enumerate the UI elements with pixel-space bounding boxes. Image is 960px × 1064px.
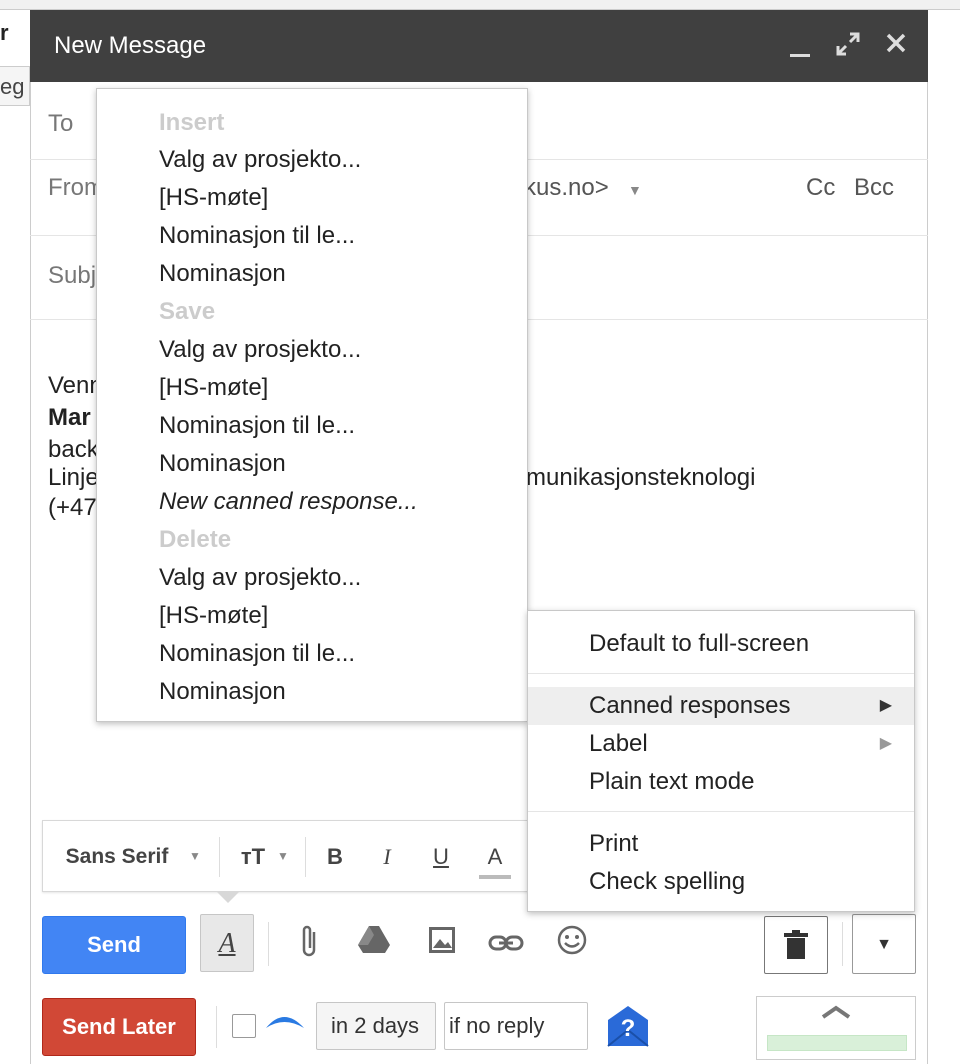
to-label: To <box>48 110 74 137</box>
text-size-icon[interactable]: тT <box>233 839 273 875</box>
font-family-select[interactable]: Sans Serif <box>59 839 175 875</box>
menu-item-check-spelling[interactable]: Check spelling <box>528 863 914 901</box>
link-icon[interactable] <box>486 924 526 964</box>
save-header: Save <box>159 298 216 325</box>
text-color-button[interactable]: A <box>479 839 511 879</box>
bcc-link[interactable]: Bcc <box>854 174 894 202</box>
insert-item[interactable]: Valg av prosjekto... <box>159 146 361 174</box>
formatting-toolbar: Sans Serif ▼ тT ▼ B I U A <box>42 820 542 892</box>
italic-button[interactable]: I <box>371 839 403 875</box>
menu-item-full-screen[interactable]: Default to full-screen <box>528 625 914 663</box>
canned-responses-submenu: Insert Valg av prosjekto... [HS-møte] No… <box>96 88 528 722</box>
menu-item-label: Canned responses <box>589 692 791 719</box>
expand-icon[interactable] <box>832 30 864 62</box>
photo-icon[interactable] <box>422 924 462 964</box>
divider <box>305 837 306 877</box>
signature-line: (+47 <box>48 494 97 521</box>
signature-line: Linje <box>48 464 98 491</box>
cc-link[interactable]: Cc <box>806 174 835 202</box>
condition-select[interactable]: if no reply <box>444 1002 588 1050</box>
compose-titlebar[interactable]: New Message <box>30 10 928 82</box>
from-value[interactable]: kus.no> <box>524 174 609 202</box>
submenu-arrow-icon: ▶ <box>879 697 892 714</box>
menu-item-label-submenu[interactable]: Label ▶ <box>528 725 914 763</box>
insert-item[interactable]: Nominasjon <box>159 260 286 288</box>
submenu-arrow-icon: ▶ <box>879 735 892 752</box>
delete-item[interactable]: [HS-møte] <box>159 602 268 630</box>
minimize-icon[interactable] <box>784 30 816 62</box>
help-glyph: ? <box>621 1015 636 1042</box>
chevron-down-icon: ▼ <box>876 936 892 953</box>
divider <box>268 922 269 966</box>
attach-icon[interactable] <box>290 924 330 964</box>
delete-item[interactable]: Nominasjon til le... <box>159 640 355 668</box>
menu-divider <box>528 673 914 674</box>
send-later-button[interactable]: Send Later <box>42 998 196 1056</box>
signature-line: munikasjonsteknologi <box>526 464 756 491</box>
insert-item[interactable]: [HS-møte] <box>159 184 268 212</box>
reminder-checkbox[interactable] <box>232 1014 256 1038</box>
insert-header: Insert <box>159 109 225 136</box>
bold-button[interactable]: B <box>319 839 351 875</box>
save-item[interactable]: Valg av prosjekto... <box>159 336 361 364</box>
background-tab[interactable]: eg <box>0 66 30 106</box>
chevron-up-icon[interactable] <box>821 1005 851 1024</box>
save-item[interactable]: [HS-møte] <box>159 374 268 402</box>
formatting-toggle-button[interactable]: A <box>200 914 254 972</box>
background-panel <box>0 10 30 1064</box>
close-icon[interactable] <box>880 30 912 62</box>
signature-line: Venn <box>48 372 98 399</box>
more-options-menu: Default to full-screen Canned responses … <box>527 610 915 912</box>
delay-select[interactable]: in 2 days <box>316 1002 436 1050</box>
menu-item-plain-text[interactable]: Plain text mode <box>528 763 914 801</box>
emoji-icon[interactable] <box>552 924 592 964</box>
divider <box>216 1006 217 1048</box>
save-item[interactable]: Nominasjon til le... <box>159 412 355 440</box>
chevron-down-icon[interactable]: ▼ <box>628 182 642 198</box>
divider <box>842 922 843 966</box>
divider <box>219 837 220 877</box>
discard-button[interactable] <box>764 916 828 974</box>
menu-item-canned-responses[interactable]: Canned responses ▶ <box>528 687 914 725</box>
delete-item[interactable]: Valg av prosjekto... <box>159 564 361 592</box>
toolbar-pointer <box>216 891 240 903</box>
signature-line: Mar <box>48 404 91 431</box>
help-icon[interactable]: ? <box>606 1004 650 1048</box>
background-tab[interactable]: r <box>0 16 30 50</box>
trash-icon <box>783 929 809 966</box>
boomerang-widget[interactable] <box>756 996 916 1060</box>
underline-button[interactable]: U <box>425 839 457 875</box>
background-toolbar <box>0 0 960 10</box>
delete-header: Delete <box>159 526 232 553</box>
new-canned-response-item[interactable]: New canned response... <box>159 488 418 516</box>
menu-divider <box>528 811 914 812</box>
insert-item[interactable]: Nominasjon til le... <box>159 222 355 250</box>
signature-line: back <box>48 436 98 463</box>
chevron-down-icon: ▼ <box>189 849 201 863</box>
delete-item[interactable]: Nominasjon <box>159 678 286 706</box>
compose-title: New Message <box>54 32 207 59</box>
menu-item-print[interactable]: Print <box>528 825 914 863</box>
chevron-down-icon: ▼ <box>277 849 289 863</box>
save-item[interactable]: Nominasjon <box>159 450 286 478</box>
drive-icon[interactable] <box>354 924 394 964</box>
progress-bar <box>767 1035 907 1051</box>
menu-item-label: Label <box>589 730 648 757</box>
send-button[interactable]: Send <box>42 916 186 974</box>
more-options-button[interactable]: ▼ <box>852 914 916 974</box>
boomerang-icon <box>264 1010 306 1037</box>
